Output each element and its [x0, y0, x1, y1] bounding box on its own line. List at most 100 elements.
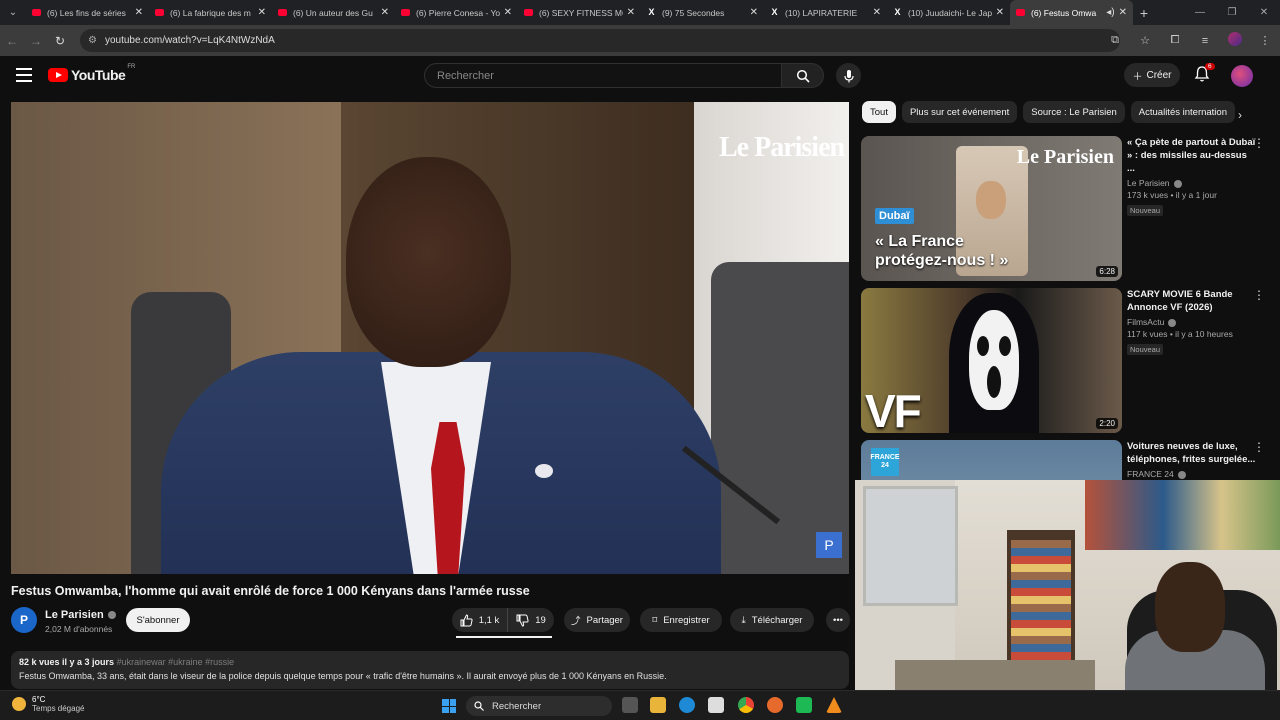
more-vertical-icon[interactable]: ⋮: [1253, 288, 1265, 302]
duration-badge: 2:20: [1096, 418, 1118, 429]
browser-tab-active[interactable]: (6) Festus Omwa ◂) ✕: [1010, 0, 1133, 25]
channel-name[interactable]: Le Parisien: [45, 609, 116, 621]
more-vertical-icon[interactable]: ⋮: [1253, 440, 1265, 454]
thumb-text: VF: [865, 385, 922, 433]
notifications-button[interactable]: 6: [1194, 63, 1215, 85]
profile-icon[interactable]: [1220, 32, 1250, 49]
minimize-icon[interactable]: —: [1184, 0, 1216, 25]
recommendation-title[interactable]: Voitures neuves de luxe, téléphones, fri…: [1127, 440, 1257, 466]
account-avatar[interactable]: [1231, 65, 1253, 87]
maximize-icon[interactable]: ❐: [1216, 0, 1248, 25]
recommendation-title[interactable]: SCARY MOVIE 6 Bande Annonce VF (2026): [1127, 288, 1257, 314]
share-button[interactable]: ⤴ Partager: [564, 608, 630, 632]
create-button[interactable]: ＋ Créer: [1124, 63, 1180, 87]
browser-tab[interactable]: X (10) LAPIRATERIE ✕: [764, 0, 887, 25]
recommendation-channel[interactable]: Le Parisien: [1127, 178, 1257, 188]
browser-tab[interactable]: (6) Pierre Conesa - Yo ✕: [395, 0, 518, 25]
notification-badge: 6: [1205, 63, 1215, 70]
subscribe-button[interactable]: S'abonner: [126, 608, 190, 632]
tab-title: (10) LAPIRATERIE: [785, 7, 858, 18]
thumb-mask-eye: [999, 336, 1011, 356]
download-button[interactable]: ⤓ Télécharger: [730, 608, 814, 632]
recommendation-title[interactable]: « Ça pète de partout à Dubaï » : des mis…: [1127, 136, 1257, 175]
more-actions-button[interactable]: •••: [826, 608, 850, 632]
search-icon: [796, 69, 810, 83]
description-meta: 82 k vues il y a 3 jours #ukrainewar #uk…: [19, 657, 841, 667]
dislike-button[interactable]: 19: [507, 608, 554, 632]
windows-start-icon[interactable]: [442, 699, 456, 713]
vlc-icon[interactable]: [826, 697, 842, 713]
browser-tab[interactable]: (6) SEXY FITNESS MC ✕: [518, 0, 641, 25]
recommendation-channel[interactable]: FilmsActu: [1127, 317, 1257, 327]
chevron-right-icon[interactable]: ›: [1238, 108, 1242, 122]
new-tab-icon[interactable]: +: [1133, 5, 1155, 21]
channel-avatar[interactable]: P: [11, 607, 37, 633]
close-icon[interactable]: ✕: [135, 7, 143, 18]
url-field[interactable]: ⚙ youtube.com/watch?v=LqK4NtWzNdA: [80, 29, 1120, 52]
recommendation-item[interactable]: VF 2:20 SCARY MOVIE 6 Bande Annonce VF (…: [861, 288, 1271, 434]
app-icon[interactable]: [796, 697, 812, 713]
close-icon[interactable]: ✕: [996, 7, 1004, 18]
back-icon[interactable]: ←: [0, 34, 24, 48]
firefox-icon[interactable]: [767, 697, 783, 713]
close-icon[interactable]: ✕: [873, 7, 881, 18]
browser-tab[interactable]: (6) Les fins de séries ✕: [26, 0, 149, 25]
voice-search-button[interactable]: [836, 63, 861, 88]
forward-icon[interactable]: →: [24, 34, 48, 48]
weather-widget[interactable]: 6°C Temps dégagé: [12, 695, 84, 713]
extensions-icon[interactable]: ⧠: [1160, 34, 1190, 47]
chrome-icon[interactable]: [738, 697, 754, 713]
file-explorer-icon[interactable]: [650, 697, 666, 713]
close-icon[interactable]: ✕: [258, 7, 266, 18]
chip-all[interactable]: Tout: [862, 101, 896, 123]
close-window-icon[interactable]: ✕: [1248, 0, 1280, 25]
bookmark-star-icon[interactable]: ☆: [1130, 34, 1160, 47]
hamburger-menu-icon[interactable]: [16, 68, 32, 82]
search-input[interactable]: Rechercher: [424, 63, 782, 88]
chip-source[interactable]: Source : Le Parisien: [1023, 101, 1125, 123]
site-info-icon[interactable]: ⚙: [88, 35, 97, 46]
youtube-logo[interactable]: YouTube FR: [48, 64, 135, 83]
recommendation-item[interactable]: Le Parisien Dubaï « La France protégez-n…: [861, 136, 1271, 282]
chip-international[interactable]: Actualités internation: [1130, 101, 1235, 123]
speaker-icon[interactable]: ◂): [1106, 7, 1114, 18]
browser-tab[interactable]: X (9) 75 Secondes ✕: [641, 0, 764, 25]
recommendation-info: SCARY MOVIE 6 Bande Annonce VF (2026) Fi…: [1127, 288, 1257, 357]
task-view-icon[interactable]: [622, 697, 638, 713]
weather-text: 6°C Temps dégagé: [32, 695, 84, 713]
store-icon[interactable]: [708, 697, 724, 713]
recommendation-meta: 173 k vues • il y a 1 jour: [1127, 190, 1217, 200]
search-button[interactable]: [782, 63, 824, 88]
video-player[interactable]: Le Parisien P: [11, 102, 849, 574]
video-thumbnail[interactable]: FRANCE 24: [861, 440, 1122, 480]
close-icon[interactable]: ✕: [750, 7, 758, 18]
video-thumbnail[interactable]: VF 2:20: [861, 288, 1122, 433]
reload-icon[interactable]: ↻: [48, 34, 72, 48]
browser-tab[interactable]: X (10) Juudaichi- Le Jap ✕: [887, 0, 1010, 25]
save-button[interactable]: ⌑ Enregistrer: [640, 608, 722, 632]
install-app-icon[interactable]: ⧉: [1100, 34, 1130, 47]
chair-right: [711, 262, 849, 574]
video-thumbnail[interactable]: Le Parisien Dubaï « La France protégez-n…: [861, 136, 1122, 281]
hashtags[interactable]: #ukrainewar #ukraine #russie: [117, 657, 235, 667]
browser-tab[interactable]: (6) Un auteur des Gu ✕: [272, 0, 395, 25]
close-icon[interactable]: ✕: [504, 7, 512, 18]
close-icon[interactable]: ✕: [1119, 7, 1127, 18]
recommendation-channel[interactable]: FRANCE 24: [1127, 469, 1257, 479]
like-button[interactable]: 1,1 k: [452, 608, 507, 632]
edge-icon[interactable]: [679, 697, 695, 713]
more-vertical-icon[interactable]: ⋮: [1253, 136, 1265, 150]
chip-more-event[interactable]: Plus sur cet événement: [901, 101, 1018, 123]
media-control-icon[interactable]: ≡: [1190, 35, 1220, 47]
channel-watermark[interactable]: P: [816, 532, 842, 558]
like-ratio-bar: [456, 636, 552, 638]
close-icon[interactable]: ✕: [381, 7, 389, 18]
close-icon[interactable]: ✕: [627, 7, 635, 18]
browser-menu-icon[interactable]: ⋮: [1250, 34, 1280, 47]
browser-tab[interactable]: (6) La fabrique des m ✕: [149, 0, 272, 25]
tab-title: (6) La fabrique des m: [170, 7, 251, 18]
taskbar-search[interactable]: Rechercher: [466, 696, 612, 716]
description-box[interactable]: 82 k vues il y a 3 jours #ukrainewar #uk…: [11, 651, 849, 689]
tab-search-icon[interactable]: ⌄: [0, 0, 26, 25]
recommendation-item[interactable]: FRANCE 24 Voitures neuves de luxe, télép…: [861, 440, 1271, 480]
